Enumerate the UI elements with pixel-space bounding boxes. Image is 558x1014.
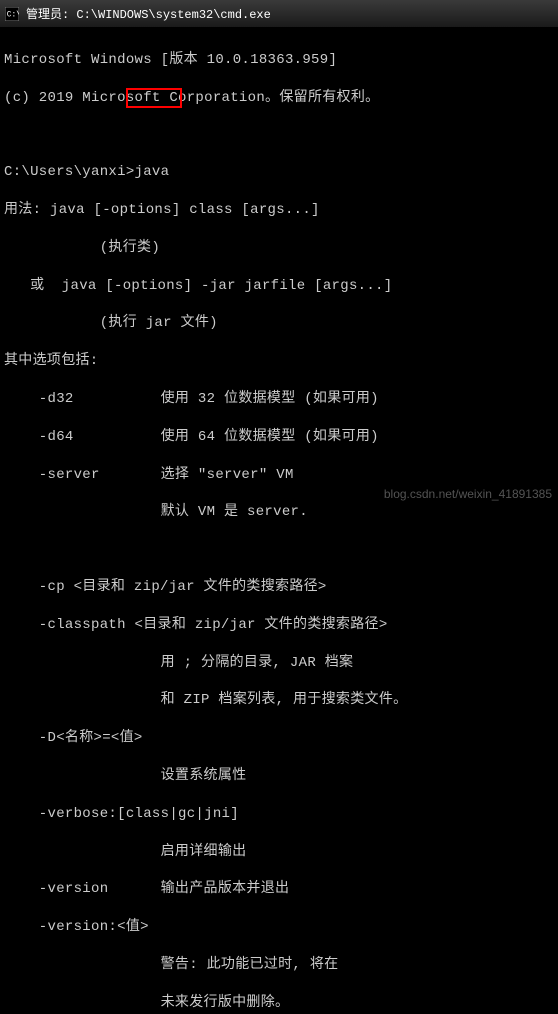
output-line: 默认 VM 是 server. xyxy=(4,503,554,522)
output-line: (c) 2019 Microsoft Corporation。保留所有权利。 xyxy=(4,89,554,108)
window-titlebar[interactable]: C:\ 管理员: C:\WINDOWS\system32\cmd.exe xyxy=(0,0,558,28)
output-line: (执行 jar 文件) xyxy=(4,314,554,333)
output-line: -version 输出产品版本并退出 xyxy=(4,880,554,899)
output-line: 和 ZIP 档案列表, 用于搜索类文件。 xyxy=(4,691,554,710)
output-line: -D<名称>=<值> xyxy=(4,729,554,748)
output-line: 其中选项包括: xyxy=(4,352,554,371)
watermark-text: blog.csdn.net/weixin_41891385 xyxy=(384,487,552,501)
cmd-icon: C:\ xyxy=(4,6,20,22)
output-line: -server 选择 "server" VM xyxy=(4,466,554,485)
window-title: 管理员: C:\WINDOWS\system32\cmd.exe xyxy=(26,5,271,22)
output-line: -cp <目录和 zip/jar 文件的类搜索路径> xyxy=(4,578,554,597)
output-line: 警告: 此功能已过时, 将在 xyxy=(4,956,554,975)
output-line: -d32 使用 32 位数据模型 (如果可用) xyxy=(4,390,554,409)
output-line xyxy=(4,126,554,144)
output-line: -version:<值> xyxy=(4,918,554,937)
output-line: 未来发行版中删除。 xyxy=(4,994,554,1013)
svg-text:C:\: C:\ xyxy=(7,10,19,19)
output-line: Microsoft Windows [版本 10.0.18363.959] xyxy=(4,51,554,70)
output-line: 启用详细输出 xyxy=(4,843,554,862)
output-line xyxy=(4,541,554,559)
output-line: 设置系统属性 xyxy=(4,767,554,786)
output-line: (执行类) xyxy=(4,239,554,258)
output-line: 用法: java [-options] class [args...] xyxy=(4,201,554,220)
output-line: -verbose:[class|gc|jni] xyxy=(4,805,554,824)
prompt-line: C:\Users\yanxi>java xyxy=(4,163,554,182)
output-line: -classpath <目录和 zip/jar 文件的类搜索路径> xyxy=(4,616,554,635)
output-line: 或 java [-options] -jar jarfile [args...] xyxy=(4,277,554,296)
terminal-output[interactable]: Microsoft Windows [版本 10.0.18363.959] (c… xyxy=(0,28,558,1014)
output-line: 用 ; 分隔的目录, JAR 档案 xyxy=(4,654,554,673)
output-line: -d64 使用 64 位数据模型 (如果可用) xyxy=(4,428,554,447)
